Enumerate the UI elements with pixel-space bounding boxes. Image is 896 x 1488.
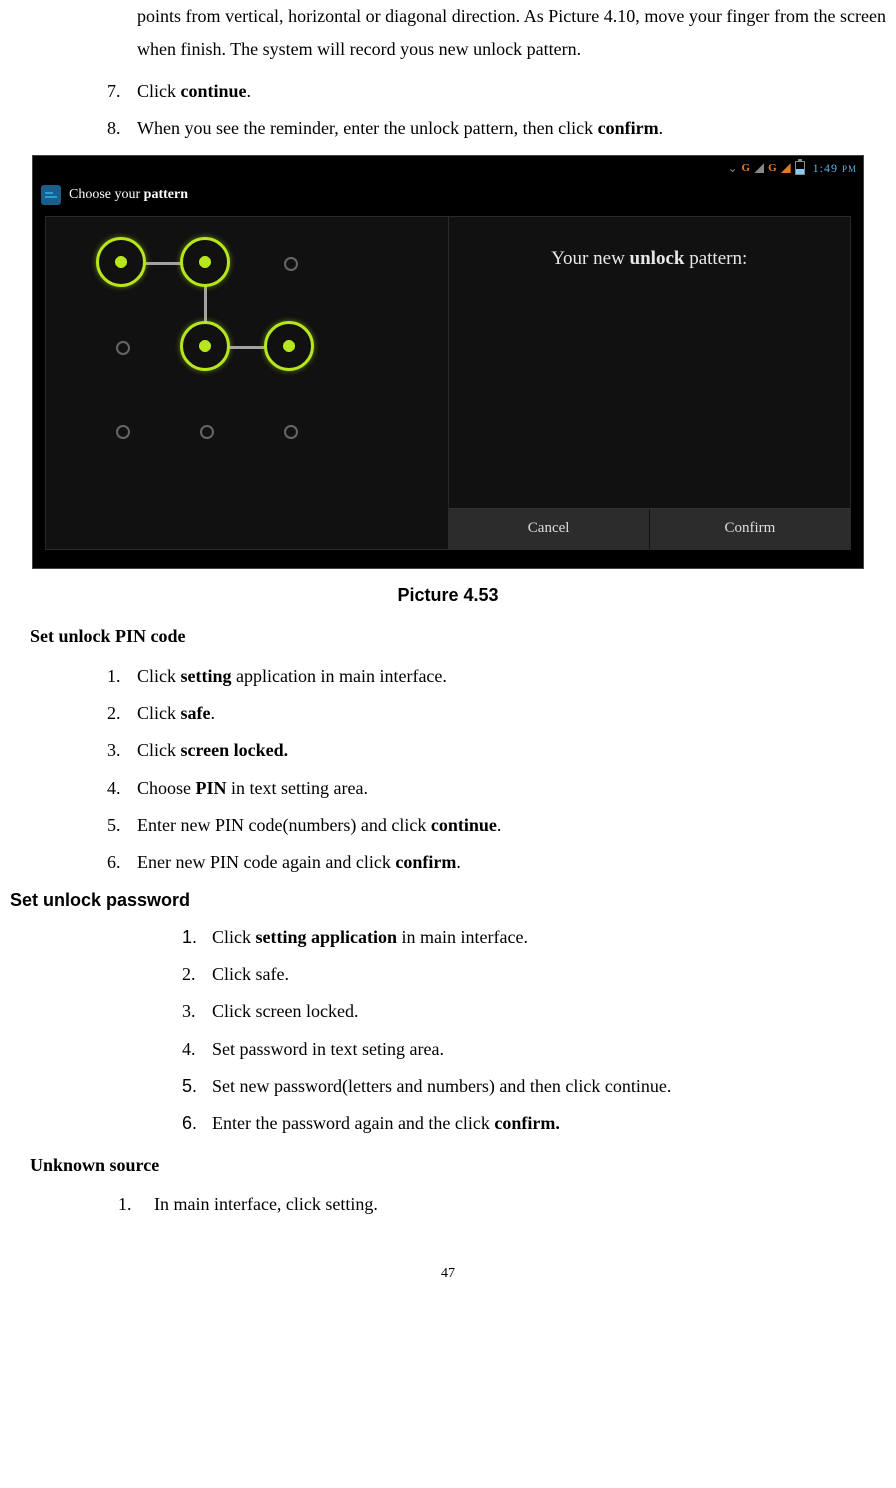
list-item: 3.Click screen locked.: [182, 995, 886, 1028]
list-item: 5.Set new password(letters and numbers) …: [182, 1070, 886, 1103]
cancel-button[interactable]: Cancel: [449, 509, 649, 549]
list-item: 3.Click screen locked.: [107, 734, 886, 767]
pattern-dot[interactable]: [180, 321, 230, 371]
screenshot-figure: ⌄ G G 1:49 PM Choose your pattern: [32, 155, 864, 569]
list-item: 6.Enter the password again and the click…: [182, 1107, 886, 1140]
wifi-icon: ⌄: [727, 157, 737, 179]
list-item: 6.Ener new PIN code again and click conf…: [107, 846, 886, 879]
list-item: 8. When you see the reminder, enter the …: [107, 112, 886, 145]
pattern-dot[interactable]: [200, 425, 214, 439]
app-title-bar: Choose your pattern: [33, 180, 863, 210]
network-g-label: G: [742, 158, 751, 178]
page-number: 47: [10, 1261, 886, 1287]
list-item: 2.Click safe.: [107, 697, 886, 730]
pattern-dot[interactable]: [116, 425, 130, 439]
list-item: 1.Click setting application in main inte…: [182, 921, 886, 954]
list-item: 1.In main interface, click setting.: [118, 1188, 886, 1221]
list-item: 7. Click continue.: [107, 75, 886, 108]
confirm-button[interactable]: Confirm: [649, 509, 850, 549]
list-item: 4.Set password in text seting area.: [182, 1033, 886, 1066]
pattern-area[interactable]: [46, 217, 448, 549]
list-number: 8.: [107, 112, 137, 145]
section-heading: Set unlock PIN code: [30, 620, 886, 653]
list-item: 1.Click setting application in main inte…: [107, 660, 886, 693]
pattern-dot[interactable]: [264, 321, 314, 371]
pattern-dot[interactable]: [284, 425, 298, 439]
pattern-dot[interactable]: [96, 237, 146, 287]
section-heading: Unknown source: [30, 1149, 886, 1182]
signal-icon: [754, 163, 764, 173]
list-item: 4.Choose PIN in text setting area.: [107, 772, 886, 805]
clock: 1:49 PM: [813, 157, 857, 179]
signal-icon: [781, 163, 791, 173]
figure-caption: Picture 4.53: [10, 579, 886, 612]
instruction-text: Your new unlock pattern:: [449, 217, 851, 508]
pattern-dot[interactable]: [180, 237, 230, 287]
list-item: 5.Enter new PIN code(numbers) and click …: [107, 809, 886, 842]
app-title: Choose your pattern: [69, 182, 188, 208]
pattern-dot[interactable]: [116, 341, 130, 355]
status-bar: ⌄ G G 1:49 PM: [33, 156, 863, 180]
continuation-paragraph: points from vertical, horizontal or diag…: [137, 0, 886, 67]
pattern-dot[interactable]: [284, 257, 298, 271]
network-g-label: G: [768, 158, 777, 178]
section-heading: Set unlock password: [10, 884, 886, 917]
list-item: 2.Click safe.: [182, 958, 886, 991]
battery-icon: [795, 161, 805, 175]
settings-icon: [41, 185, 61, 205]
list-number: 7.: [107, 75, 137, 108]
